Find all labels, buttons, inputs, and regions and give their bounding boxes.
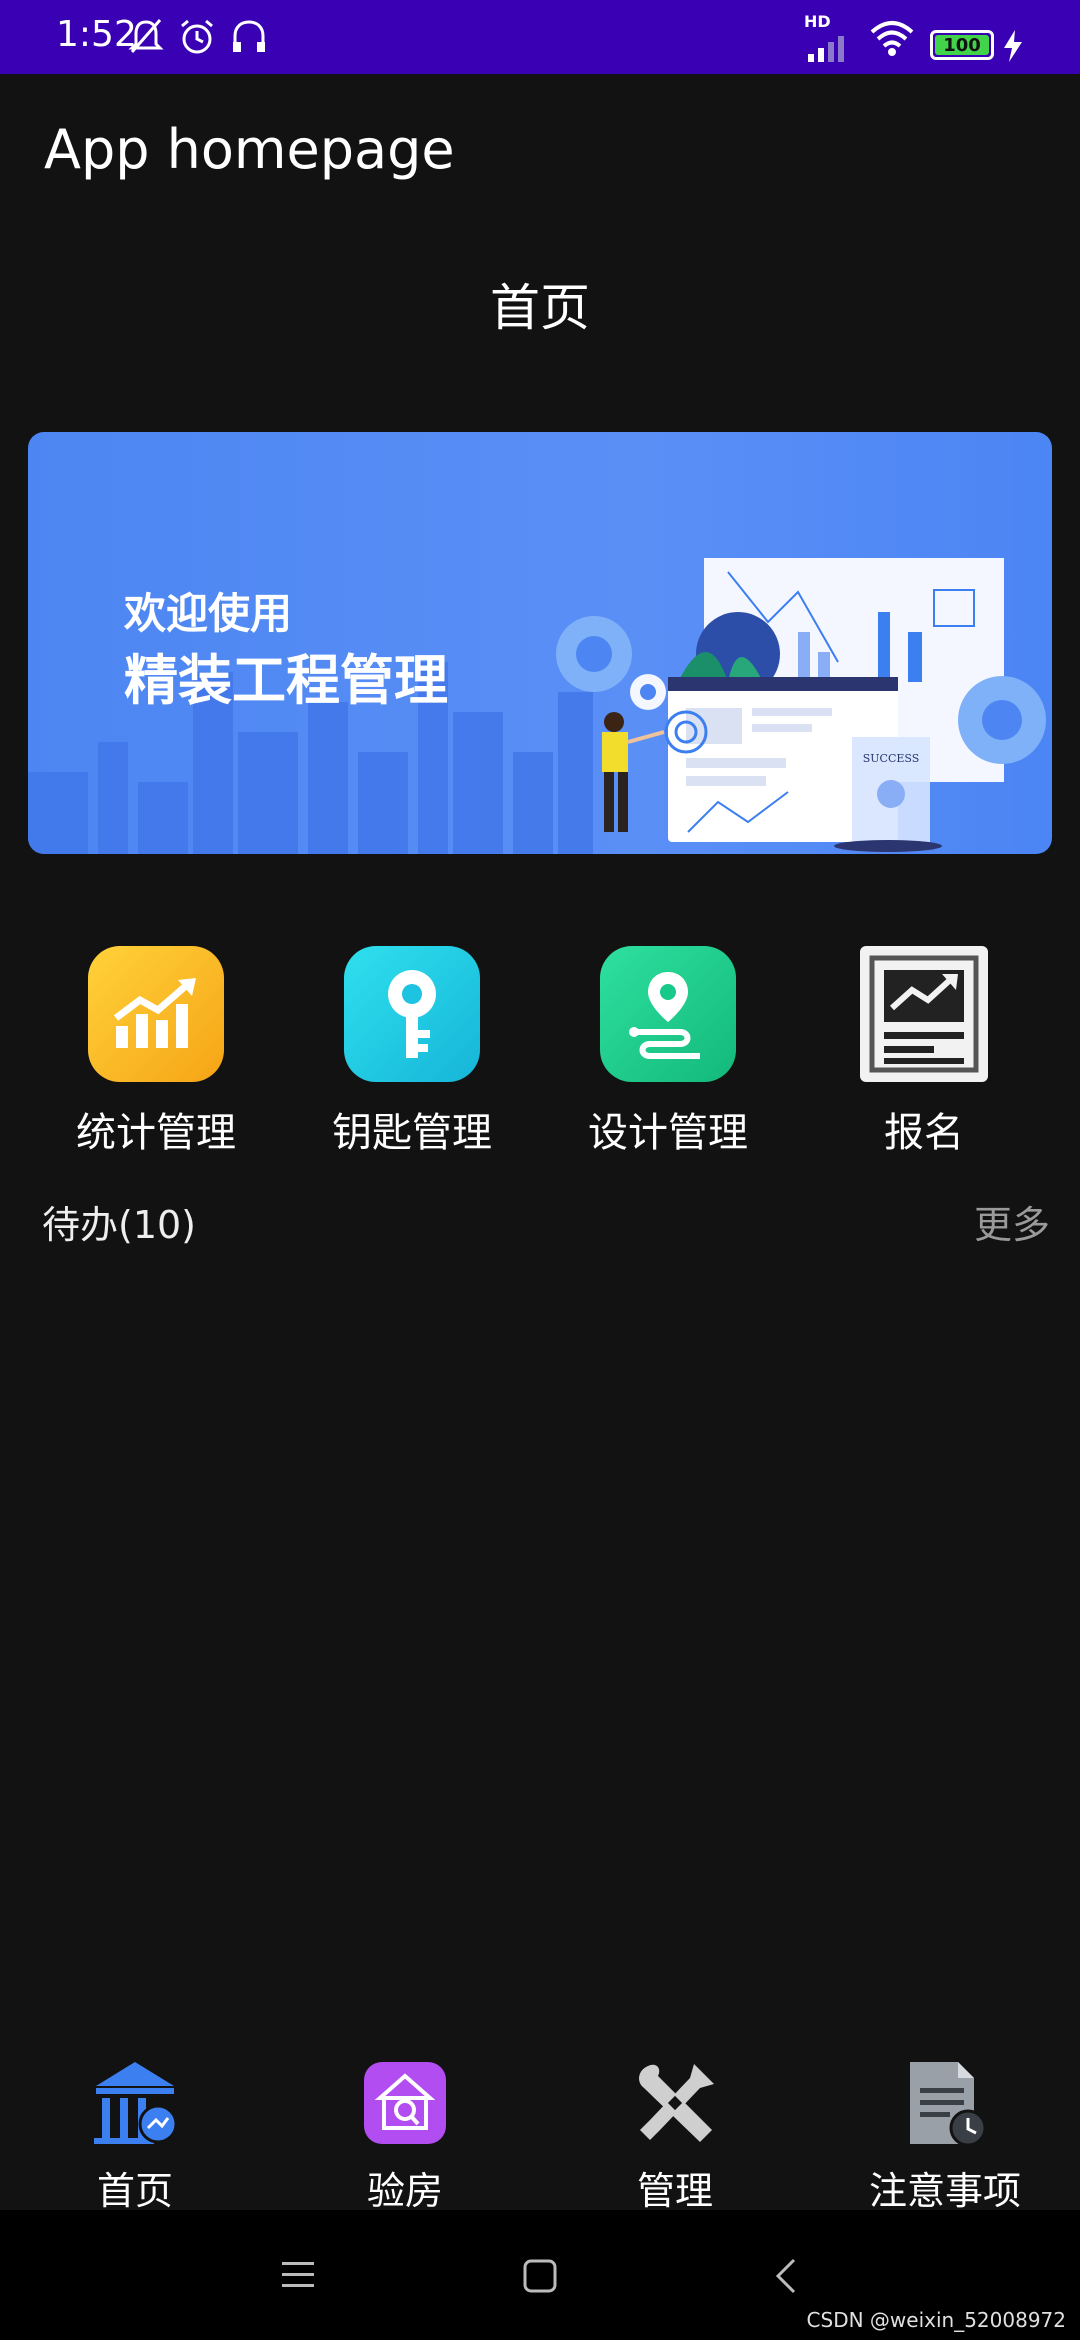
- tools-icon: [639, 2064, 714, 2142]
- battery-icon: 100: [930, 30, 994, 60]
- chart-growth-icon: [88, 946, 224, 1082]
- charging-icon: [1004, 30, 1022, 62]
- document-clock-icon: [910, 2062, 987, 2147]
- house-search-icon: [364, 2062, 446, 2144]
- battery-level: 100: [943, 34, 981, 56]
- back-icon[interactable]: [774, 2258, 798, 2294]
- shortcut-design[interactable]: 设计管理: [578, 946, 758, 1158]
- tab-management[interactable]: 管理: [575, 2058, 775, 2215]
- page-title: 首页: [490, 279, 590, 337]
- signal-icon: [808, 36, 844, 62]
- status-time: 1:52: [56, 14, 137, 55]
- report-chart-icon: [860, 946, 988, 1082]
- tab-label: 首页: [96, 2169, 173, 2213]
- more-link[interactable]: 更多: [974, 1194, 1050, 1249]
- app-title: App homepage: [44, 118, 455, 181]
- tab-home[interactable]: 首页: [35, 2058, 235, 2215]
- menu-icon[interactable]: [280, 2258, 316, 2292]
- headset-icon: [233, 20, 265, 52]
- bank-icon: [94, 2062, 178, 2144]
- shortcut-key[interactable]: 钥匙管理: [322, 946, 502, 1158]
- alarm-icon: [181, 19, 213, 54]
- shortcut-label: 统计管理: [76, 1110, 236, 1156]
- route-pin-icon: [600, 946, 736, 1082]
- home-square-icon[interactable]: [522, 2258, 558, 2294]
- wifi-icon: [870, 21, 914, 56]
- success-badge: SUCCESS: [863, 752, 920, 765]
- tab-label: 注意事项: [868, 2169, 1021, 2213]
- shortcut-label: 钥匙管理: [332, 1110, 492, 1156]
- network-label: HD: [804, 12, 831, 31]
- tab-label: 管理: [636, 2169, 713, 2213]
- status-bar: 1:52 HD 100: [0, 0, 1080, 74]
- key-icon: [344, 946, 480, 1082]
- shortcut-label: 报名: [884, 1110, 964, 1156]
- tab-notes[interactable]: 注意事项: [845, 2058, 1045, 2215]
- shortcut-statistics[interactable]: 统计管理: [66, 946, 246, 1158]
- bottom-tab-bar: 首页 验房 管理 注意事项: [0, 2040, 1080, 2213]
- banner-title: 精装工程管理: [124, 649, 448, 712]
- watermark: CSDN @weixin_52008972: [806, 2308, 1066, 2332]
- tab-label: 验房: [366, 2169, 443, 2213]
- shortcut-signup[interactable]: 报名: [834, 946, 1014, 1158]
- todo-title: 待办(10): [42, 1203, 197, 1247]
- bell-off-icon: [128, 19, 164, 53]
- welcome-banner[interactable]: SUCCESS 欢迎使用 精装工程管理: [28, 432, 1052, 854]
- tab-inspection[interactable]: 验房: [305, 2058, 505, 2215]
- shortcut-label: 设计管理: [588, 1110, 748, 1156]
- banner-subtitle: 欢迎使用: [124, 589, 293, 638]
